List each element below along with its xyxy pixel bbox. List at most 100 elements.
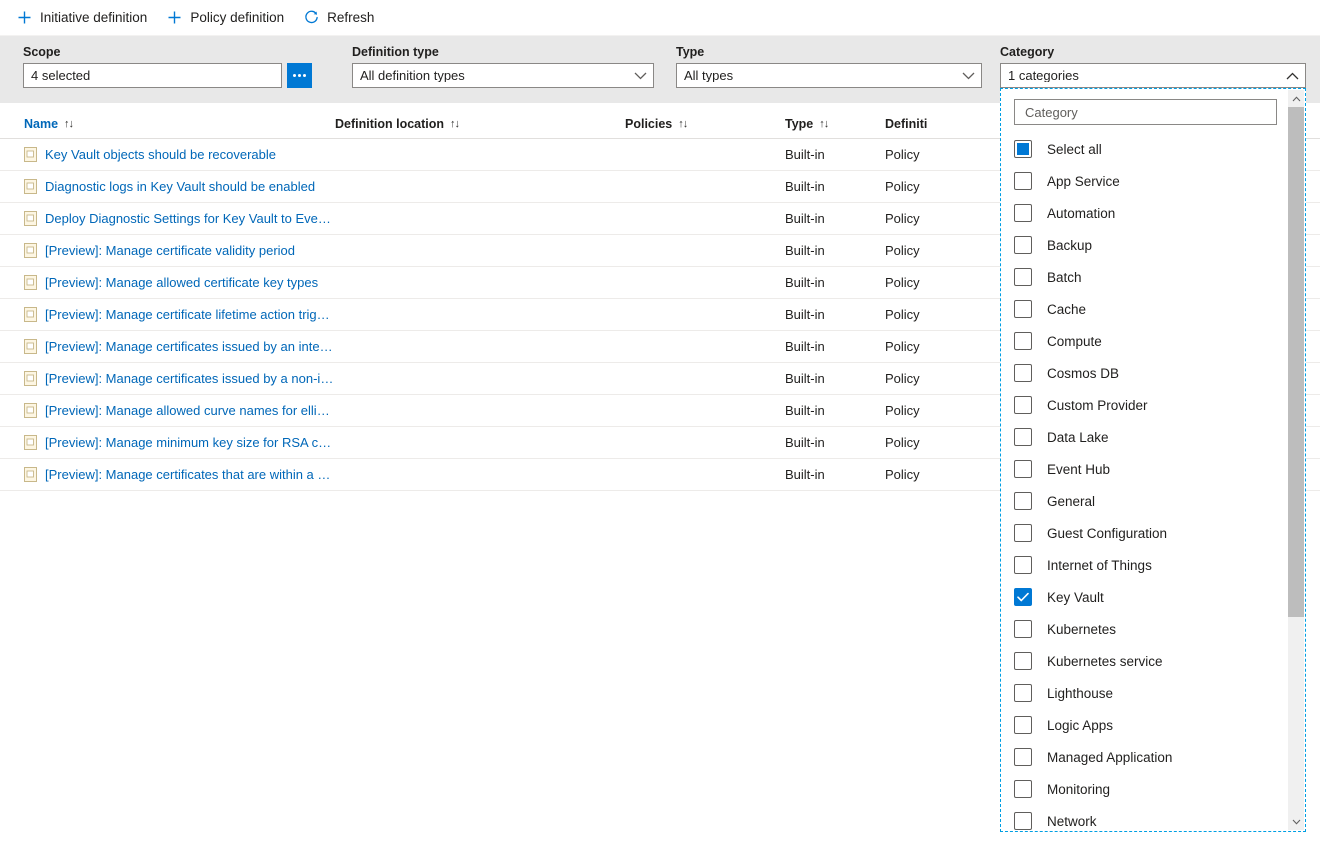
category-option[interactable]: Cosmos DB xyxy=(1002,357,1289,389)
checkbox-icon[interactable] xyxy=(1014,300,1032,318)
checkbox-icon[interactable] xyxy=(1014,492,1032,510)
category-option-label: Custom Provider xyxy=(1047,398,1148,413)
category-option[interactable]: Internet of Things xyxy=(1002,549,1289,581)
category-option-label: Cosmos DB xyxy=(1047,366,1119,381)
category-label: Category xyxy=(1000,45,1054,59)
checkbox-icon[interactable] xyxy=(1014,396,1032,414)
category-option[interactable]: Key Vault xyxy=(1002,581,1289,613)
column-header-policies[interactable]: Policies ↑↓ xyxy=(625,109,785,138)
policy-document-icon xyxy=(24,179,37,194)
new-initiative-definition-button[interactable]: Initiative definition xyxy=(14,0,158,36)
category-option[interactable]: Data Lake xyxy=(1002,421,1289,453)
cell-name: [Preview]: Manage allowed certificate ke… xyxy=(0,267,335,299)
policy-document-icon xyxy=(24,243,37,258)
cell-name: Key Vault objects should be recoverable xyxy=(0,139,335,171)
checkbox-icon[interactable] xyxy=(1014,332,1032,350)
cell-definition-location xyxy=(335,235,625,267)
sort-icon[interactable]: ↑↓ xyxy=(450,118,459,130)
policy-definition-link[interactable]: [Preview]: Manage certificates issued by… xyxy=(45,371,335,386)
definition-type-value: Policy xyxy=(885,243,920,258)
checkbox-icon[interactable] xyxy=(1014,716,1032,734)
new-policy-definition-button[interactable]: Policy definition xyxy=(164,0,295,36)
category-option-label: Event Hub xyxy=(1047,462,1110,477)
category-option[interactable]: Compute xyxy=(1002,325,1289,357)
checkbox-icon[interactable] xyxy=(1014,236,1032,254)
sort-icon[interactable]: ↑↓ xyxy=(819,118,828,130)
sort-icon[interactable]: ↑↓ xyxy=(678,118,687,130)
dropdown-scroll-track[interactable] xyxy=(1288,107,1304,813)
category-search-box[interactable] xyxy=(1014,99,1277,125)
category-option[interactable]: Kubernetes xyxy=(1002,613,1289,645)
policy-definition-link[interactable]: [Preview]: Manage allowed curve names fo… xyxy=(45,403,335,418)
column-header-definition-location[interactable]: Definition location ↑↓ xyxy=(335,109,625,138)
category-option[interactable]: Automation xyxy=(1002,197,1289,229)
policy-definition-link[interactable]: [Preview]: Manage minimum key size for R… xyxy=(45,435,335,450)
refresh-button[interactable]: Refresh xyxy=(301,0,385,36)
checkbox-icon[interactable] xyxy=(1014,268,1032,286)
category-option[interactable]: Guest Configuration xyxy=(1002,517,1289,549)
checkbox-icon[interactable] xyxy=(1014,140,1032,158)
dropdown-scroll-thumb[interactable] xyxy=(1288,107,1304,617)
checkbox-icon[interactable] xyxy=(1014,780,1032,798)
scroll-down-arrow-icon[interactable] xyxy=(1288,813,1304,830)
category-option[interactable]: App Service xyxy=(1002,165,1289,197)
checkbox-icon[interactable] xyxy=(1014,460,1032,478)
definition-type-value: All definition types xyxy=(360,69,465,82)
dropdown-scrollbar[interactable] xyxy=(1288,90,1304,830)
definition-type-dropdown[interactable]: All definition types xyxy=(352,63,654,88)
checkbox-icon[interactable] xyxy=(1014,204,1032,222)
policy-definition-link[interactable]: [Preview]: Manage certificate lifetime a… xyxy=(45,307,335,322)
category-option-label: Compute xyxy=(1047,334,1102,349)
category-option[interactable]: Event Hub xyxy=(1002,453,1289,485)
category-option[interactable]: Network xyxy=(1002,805,1289,830)
policy-definition-link[interactable]: [Preview]: Manage certificates issued by… xyxy=(45,339,335,354)
checkbox-icon[interactable] xyxy=(1014,428,1032,446)
category-search-input[interactable] xyxy=(1023,100,1268,124)
cell-name: [Preview]: Manage minimum key size for R… xyxy=(0,427,335,459)
scope-browse-button[interactable] xyxy=(287,63,312,88)
policy-definition-link[interactable]: Diagnostic logs in Key Vault should be e… xyxy=(45,179,315,194)
checkbox-icon[interactable] xyxy=(1014,620,1032,638)
policy-definition-link[interactable]: [Preview]: Manage certificate validity p… xyxy=(45,243,295,258)
checkbox-icon[interactable] xyxy=(1014,364,1032,382)
category-option[interactable]: Kubernetes service xyxy=(1002,645,1289,677)
cell-policies xyxy=(625,171,785,203)
category-option[interactable]: Lighthouse xyxy=(1002,677,1289,709)
policy-definition-link[interactable]: [Preview]: Manage allowed certificate ke… xyxy=(45,275,318,290)
checkbox-icon[interactable] xyxy=(1014,524,1032,542)
column-header-name[interactable]: Name ↑↓ xyxy=(0,109,335,138)
policy-definition-link[interactable]: [Preview]: Manage certificates that are … xyxy=(45,467,335,482)
category-option[interactable]: Batch xyxy=(1002,261,1289,293)
checkbox-icon[interactable] xyxy=(1014,172,1032,190)
cell-name: [Preview]: Manage certificates that are … xyxy=(0,459,335,491)
policy-document-icon xyxy=(24,435,37,450)
category-option-select-all[interactable]: Select all xyxy=(1002,133,1289,165)
column-header-type[interactable]: Type ↑↓ xyxy=(785,109,885,138)
policy-definition-link[interactable]: Key Vault objects should be recoverable xyxy=(45,147,276,162)
category-option[interactable]: Backup xyxy=(1002,229,1289,261)
policy-definition-link[interactable]: Deploy Diagnostic Settings for Key Vault… xyxy=(45,211,335,226)
checkbox-icon[interactable] xyxy=(1014,812,1032,830)
cell-type: Built-in xyxy=(785,363,885,395)
scope-input[interactable]: 4 selected xyxy=(23,63,282,88)
policy-document-icon xyxy=(24,403,37,418)
category-option[interactable]: Managed Application xyxy=(1002,741,1289,773)
cell-policies xyxy=(625,139,785,171)
sort-icon[interactable]: ↑↓ xyxy=(64,118,73,130)
category-option[interactable]: Cache xyxy=(1002,293,1289,325)
category-option[interactable]: Monitoring xyxy=(1002,773,1289,805)
category-option[interactable]: Custom Provider xyxy=(1002,389,1289,421)
checkbox-icon[interactable] xyxy=(1014,684,1032,702)
category-dropdown[interactable]: 1 categories xyxy=(1000,63,1306,88)
category-option[interactable]: General xyxy=(1002,485,1289,517)
type-dropdown[interactable]: All types xyxy=(676,63,982,88)
category-option[interactable]: Logic Apps xyxy=(1002,709,1289,741)
checkbox-icon[interactable] xyxy=(1014,652,1032,670)
checkbox-icon[interactable] xyxy=(1014,748,1032,766)
checkbox-icon[interactable] xyxy=(1014,556,1032,574)
cell-name: Diagnostic logs in Key Vault should be e… xyxy=(0,171,335,203)
checkbox-icon[interactable] xyxy=(1014,588,1032,606)
cell-name: [Preview]: Manage allowed curve names fo… xyxy=(0,395,335,427)
cell-policies xyxy=(625,299,785,331)
scroll-up-arrow-icon[interactable] xyxy=(1288,90,1304,107)
